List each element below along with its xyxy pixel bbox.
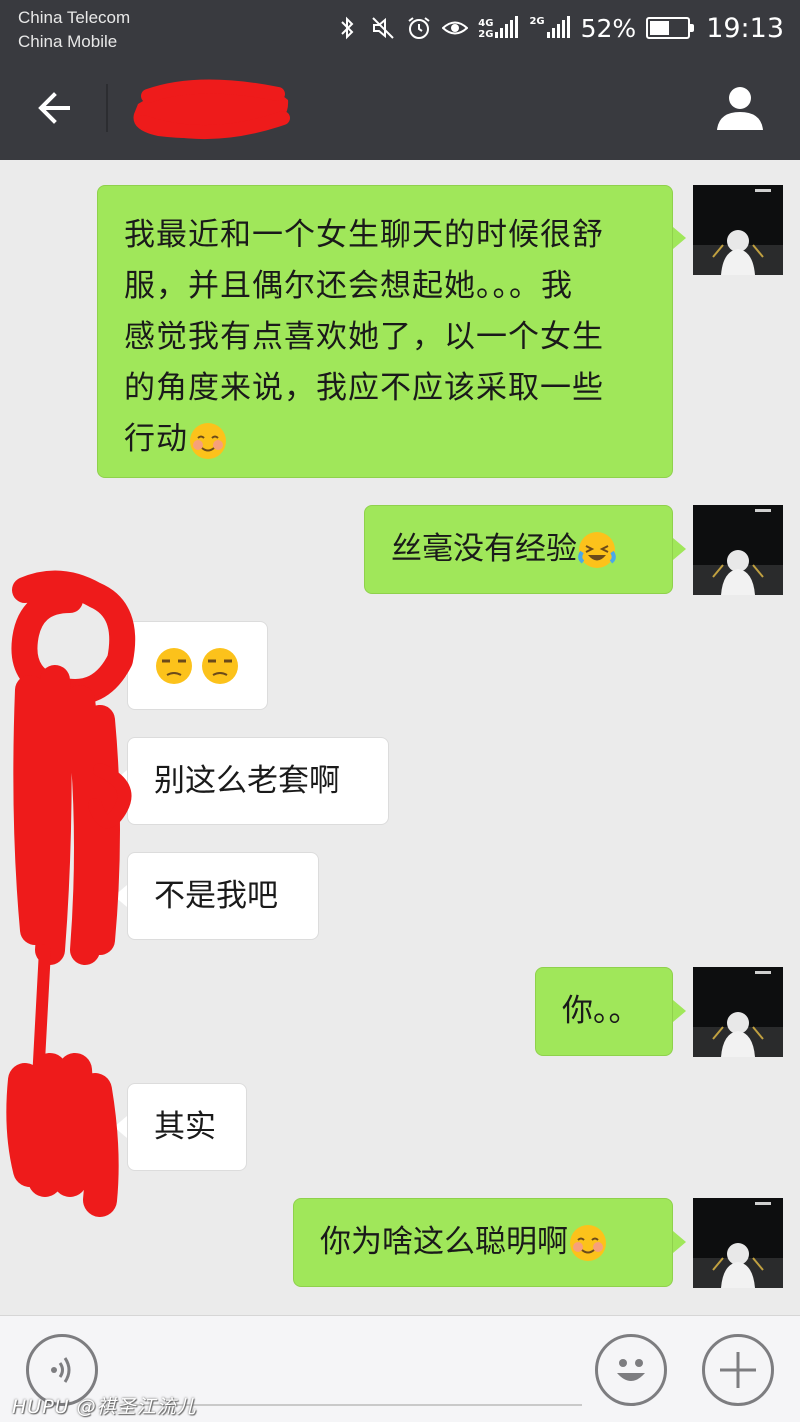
unamused-face-emoji [202, 647, 238, 684]
message-text: 不是我吧 [154, 877, 278, 914]
alarm-icon [408, 17, 430, 39]
contact-name-redacted [128, 74, 293, 146]
battery-percent: 52% [580, 13, 637, 43]
watermark: HUPU @祺圣江流儿 [12, 1396, 197, 1418]
message-bubble-received[interactable]: 其实 [127, 1083, 247, 1171]
status-bar: China Telecom China Mobile 4G 2G 2G 52% … [0, 0, 800, 56]
network-1-bottom: 2G [478, 29, 494, 40]
bubble-tail [673, 227, 686, 249]
emoji-button[interactable] [595, 1334, 667, 1406]
laughing-tears-emoji [578, 531, 616, 568]
message-line: 感觉我有点喜欢她了，以一个女生 [124, 319, 604, 355]
message-text: 你为啥这么聪明啊 [320, 1224, 568, 1260]
signal-icon [495, 16, 519, 38]
clock: 19:13 [706, 12, 784, 44]
carrier-2: China Mobile [18, 32, 118, 51]
message-bubble-sent[interactable]: 你。。 [535, 967, 673, 1056]
profile-button[interactable] [710, 78, 770, 138]
battery-icon [646, 17, 695, 39]
message-text: 其实 [154, 1108, 216, 1145]
more-button[interactable] [702, 1334, 774, 1406]
message-bubble-received[interactable]: 别这么老套啊 [127, 737, 389, 825]
blushing-smile-emoji [190, 422, 226, 459]
eye-icon [442, 21, 469, 35]
message-line: 服，并且偶尔还会想起她。。。我 [124, 268, 573, 304]
mute-icon [372, 17, 394, 39]
arrow-left-icon [38, 92, 70, 124]
back-button[interactable] [24, 78, 84, 138]
my-avatar[interactable] [693, 967, 783, 1057]
bubble-tail [673, 1231, 686, 1253]
blushing-smile-emoji [570, 1224, 606, 1261]
person-icon [717, 87, 763, 130]
my-avatar[interactable] [693, 505, 783, 595]
message-line: 我最近和一个女生聊天的时候很舒 [124, 217, 604, 253]
message-line: 的角度来说，我应不应该采取一些 [124, 370, 604, 406]
message-bubble-received[interactable]: 不是我吧 [127, 852, 319, 940]
message-bubble-received[interactable] [127, 621, 268, 710]
plus-icon [720, 1352, 756, 1388]
unamused-face-emoji [156, 647, 192, 684]
voice-icon [51, 1357, 71, 1383]
network-type-2: 2G [529, 16, 570, 40]
avatar-redaction-scribble [6, 570, 136, 1217]
bubble-tail [673, 1000, 686, 1022]
message-bubble-sent[interactable]: 你为啥这么聪明啊 [293, 1198, 673, 1287]
carrier-names: China Telecom China Mobile [18, 6, 130, 54]
message-text: 丝毫没有经验 [391, 531, 577, 567]
network-1-top: 4G [478, 18, 494, 29]
chat-area[interactable]: 我最近和一个女生聊天的时候很舒 服，并且偶尔还会想起她。。。我 感觉我有点喜欢她… [0, 160, 800, 1315]
message-bubble-sent[interactable]: 丝毫没有经验 [364, 505, 673, 594]
message-text: 你。。 [562, 993, 640, 1029]
network-2-label: 2G [529, 16, 545, 27]
message-bubble-sent[interactable]: 我最近和一个女生聊天的时候很舒 服，并且偶尔还会想起她。。。我 感觉我有点喜欢她… [97, 185, 673, 478]
carrier-1: China Telecom [18, 8, 131, 27]
message-line: 行动 [124, 421, 188, 457]
my-avatar[interactable] [693, 185, 783, 275]
header-divider [106, 84, 108, 132]
message-text: 别这么老套啊 [154, 762, 340, 799]
network-type-1: 4G 2G [478, 16, 519, 40]
signal-icon [546, 16, 570, 38]
bubble-tail [673, 538, 686, 560]
smiley-icon [617, 1359, 645, 1381]
status-icons: 4G 2G 2G 52% 19:13 [334, 8, 784, 48]
my-avatar[interactable] [693, 1198, 783, 1288]
bluetooth-icon [341, 16, 354, 40]
battery-level-fill [650, 21, 669, 35]
chat-header [0, 56, 800, 160]
